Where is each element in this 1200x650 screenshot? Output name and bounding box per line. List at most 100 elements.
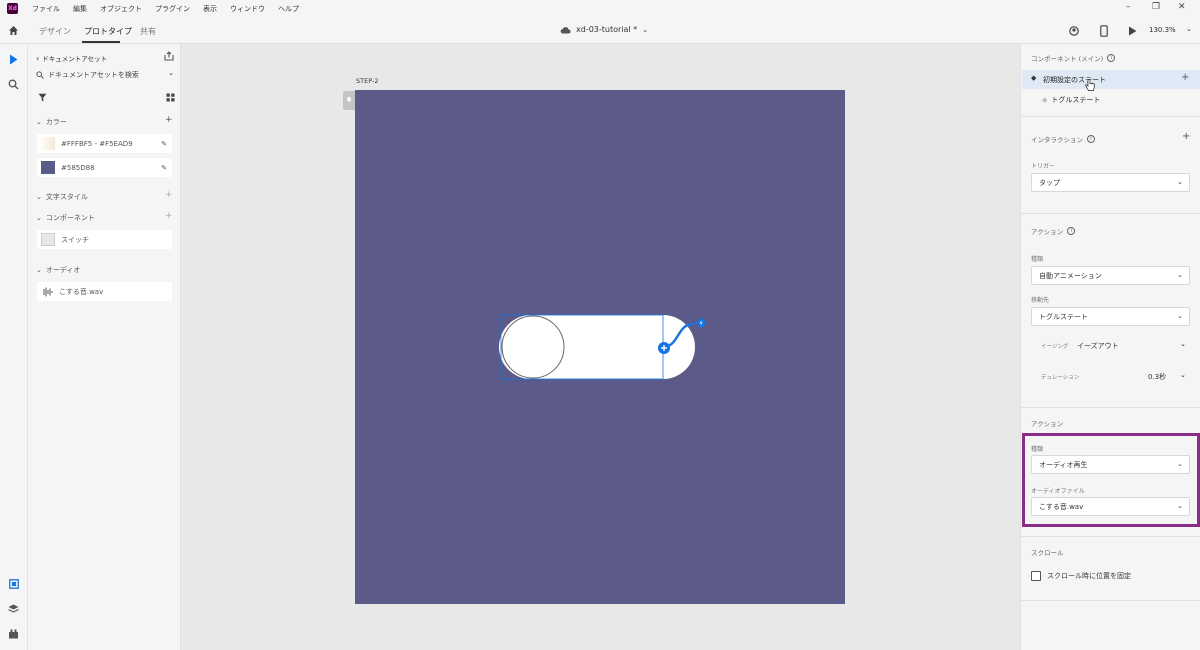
minimize-icon[interactable]: – (1126, 2, 1131, 12)
user-icon[interactable] (1069, 26, 1079, 36)
chevron-down-icon: ⌄ (642, 25, 649, 34)
artboard[interactable] (355, 90, 845, 604)
chevron-down-icon: ⌄ (1180, 371, 1186, 379)
play-icon[interactable] (1128, 26, 1137, 36)
info-icon[interactable]: i (1087, 135, 1095, 143)
action-type-select[interactable]: 自動アニメーション ⌄ (1031, 266, 1190, 285)
menu-window[interactable]: ウィンドウ (230, 4, 265, 14)
menu-object[interactable]: オブジェクト (100, 4, 142, 14)
menu-file[interactable]: ファイル (32, 4, 60, 14)
edit-pencil-icon[interactable]: ✎ (161, 140, 167, 148)
top-toolbar: デザイン プロトタイプ 共有 xd-03-tutorial * ⌄ 130.3%… (0, 17, 1200, 44)
zoom-tool-icon[interactable] (8, 79, 19, 90)
audio-section-header[interactable]: ⌄ オーディオ (36, 265, 80, 275)
destination-value: トグルステート (1039, 312, 1088, 321)
chevron-down-icon: ⌄ (1177, 178, 1183, 186)
solid-color-swatch (41, 161, 55, 174)
divider (1021, 536, 1200, 537)
info-icon[interactable]: i (1107, 54, 1116, 62)
add-interaction-icon[interactable] (657, 341, 671, 355)
assets-back-link[interactable]: ‹ ドキュメントアセット (36, 53, 108, 64)
zoom-chevron-icon[interactable]: ⌄ (1186, 25, 1192, 33)
audio-item-label: こする音.wav (59, 287, 104, 296)
state-label: 初期設定のステート (1043, 76, 1106, 84)
scroll-head-label: スクロール (1031, 549, 1064, 557)
lightning-interaction-icon[interactable] (695, 317, 707, 329)
component-label: スイッチ (61, 235, 89, 244)
layers-icon[interactable] (8, 604, 19, 614)
action2-type-label: 種類 (1031, 446, 1044, 453)
cloud-icon (560, 26, 571, 34)
add-color-icon[interactable]: + (165, 115, 173, 125)
search-chevron-icon[interactable]: ⌄ (168, 69, 174, 77)
add-text-style-icon[interactable]: + (165, 190, 173, 200)
share-export-icon[interactable] (164, 51, 174, 61)
device-preview-icon[interactable] (1100, 25, 1108, 37)
chevron-down-icon: ⌄ (36, 193, 42, 201)
colors-section-header[interactable]: ⌄ カラー (36, 117, 67, 127)
search-icon (36, 71, 44, 79)
toggle-switch-component[interactable] (499, 312, 709, 386)
divider (1021, 116, 1200, 117)
menu-help[interactable]: ヘルプ (278, 4, 299, 14)
filter-icon[interactable] (38, 93, 47, 102)
state-row-toggle[interactable]: ◆ トグルステート (1042, 95, 1100, 105)
info-icon[interactable]: i (1067, 227, 1076, 235)
plugins-icon[interactable] (8, 629, 19, 639)
close-icon[interactable]: ✕ (1178, 2, 1186, 12)
chevron-down-icon: ⌄ (1177, 271, 1183, 279)
text-styles-section-header[interactable]: ⌄ 文字スタイル (36, 192, 88, 202)
zoom-level[interactable]: 130.3% (1149, 26, 1176, 34)
design-canvas[interactable]: STEP-2 (181, 44, 1020, 650)
assets-search-input[interactable]: ドキュメントアセットを検索 ⌄ (36, 68, 174, 82)
chevron-down-icon: ⌄ (36, 266, 42, 274)
scroll-fix-option[interactable]: スクロール時に位置を固定 (1031, 571, 1131, 581)
state-diamond-icon: ◆ (1031, 74, 1037, 82)
select-tool-icon[interactable] (9, 54, 18, 65)
app-logo: Xd (7, 3, 18, 14)
destination-select[interactable]: トグルステート ⌄ (1031, 307, 1190, 326)
home-artboard-marker[interactable] (343, 91, 355, 110)
scroll-fix-checkbox[interactable] (1031, 571, 1041, 581)
add-interaction-icon[interactable]: + (1182, 131, 1190, 142)
colors-label: カラー (45, 118, 67, 126)
home-icon (346, 96, 352, 102)
document-title[interactable]: xd-03-tutorial * ⌄ (560, 25, 648, 34)
grid-view-icon[interactable] (166, 93, 175, 102)
color-swatch-row[interactable]: #585D88 ✎ (37, 158, 172, 177)
audio-file-select[interactable]: こする音.wav ⌄ (1031, 497, 1190, 516)
tab-design[interactable]: デザイン (39, 26, 71, 37)
assets-title: ドキュメントアセット (42, 55, 108, 63)
action2-type-select[interactable]: オーディオ再生 ⌄ (1031, 455, 1190, 474)
audio-item[interactable]: こする音.wav (37, 282, 172, 301)
component-item[interactable]: スイッチ (37, 230, 172, 249)
chevron-left-icon: ‹ (36, 53, 40, 63)
add-component-icon[interactable]: + (165, 211, 173, 221)
duration-select[interactable]: デュレーション 0.3秒 ⌄ (1039, 370, 1190, 385)
gradient-swatch (41, 137, 55, 150)
state-label: トグルステート (1051, 96, 1101, 104)
divider (1021, 600, 1200, 601)
add-state-icon[interactable]: + (1181, 72, 1189, 83)
component-main-header: コンポーネント (メイン) i (1031, 53, 1116, 63)
menu-plugins[interactable]: プラグイン (155, 4, 190, 14)
interaction-header: インタラクション i (1031, 134, 1095, 144)
search-placeholder: ドキュメントアセットを検索 (48, 71, 139, 79)
state-row-default[interactable]: ◆ 初期設定のステート + (1022, 70, 1200, 91)
restore-icon[interactable]: ❐ (1152, 2, 1160, 12)
menu-edit[interactable]: 編集 (73, 4, 87, 14)
color-swatch-row[interactable]: #FFFBF5 - #F5EAD9 ✎ (37, 134, 172, 153)
color-label: #FFFBF5 - #F5EAD9 (61, 139, 133, 148)
easing-select[interactable]: イージング イーズアウト ⌄ (1039, 339, 1190, 354)
tab-share[interactable]: 共有 (140, 26, 156, 37)
edit-pencil-icon[interactable]: ✎ (161, 164, 167, 172)
assets-icon[interactable] (9, 579, 19, 589)
menu-view[interactable]: 表示 (203, 4, 217, 14)
state-diamond-icon: ◆ (1042, 96, 1048, 104)
tab-prototype[interactable]: プロトタイプ (84, 26, 132, 37)
audio-label: オーディオ (45, 266, 81, 274)
components-section-header[interactable]: ⌄ コンポーネント (36, 213, 95, 223)
artboard-label[interactable]: STEP-2 (356, 77, 378, 85)
home-icon[interactable] (8, 25, 19, 36)
trigger-select[interactable]: タップ ⌄ (1031, 173, 1190, 192)
